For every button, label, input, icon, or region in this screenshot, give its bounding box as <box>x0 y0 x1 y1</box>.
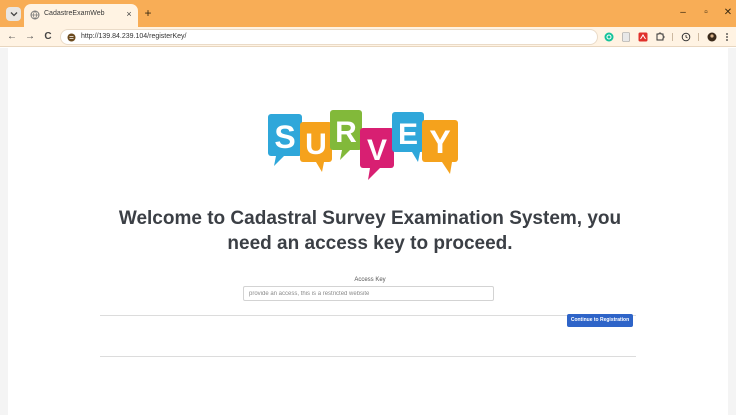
pdf-icon[interactable] <box>638 32 648 42</box>
forward-button[interactable]: → <box>24 30 36 44</box>
back-button[interactable]: ← <box>6 30 18 44</box>
continue-to-registration-button[interactable]: Continue to Registration <box>567 314 633 327</box>
grammarly-icon[interactable] <box>604 32 614 42</box>
browser-toolbar: ← → C http://139.84.239.104/registerKey/ <box>0 27 736 47</box>
site-info-icon[interactable] <box>67 33 76 42</box>
maximize-button[interactable]: ▫ <box>699 6 713 20</box>
logo-bubble-y: Y <box>422 120 458 174</box>
menu-icon[interactable] <box>724 32 730 42</box>
address-bar[interactable]: http://139.84.239.104/registerKey/ <box>60 29 598 45</box>
globe-icon <box>30 10 40 20</box>
page-title-line-1: Welcome to Cadastral Survey Examination … <box>118 208 622 229</box>
access-key-input[interactable] <box>243 286 494 301</box>
toolbar-divider <box>672 33 673 41</box>
survey-logo: S U R V E Y <box>268 110 458 180</box>
tab-search-button[interactable] <box>6 7 21 21</box>
browser-tab[interactable]: CadastreExamWeb × <box>24 4 138 27</box>
form-divider-bottom <box>100 356 636 357</box>
puzzle-icon[interactable] <box>655 32 665 42</box>
tab-title: CadastreExamWeb <box>44 10 105 17</box>
tab-strip: CadastreExamWeb × + – ▫ ✕ <box>0 0 736 27</box>
page-margin-right <box>728 48 736 415</box>
logo-letter-v: V <box>367 134 387 167</box>
logo-letter-r: R <box>335 116 357 149</box>
close-window-button[interactable]: ✕ <box>721 6 735 20</box>
page-margin-left <box>0 48 8 415</box>
new-tab-button[interactable]: + <box>142 7 154 19</box>
page-icon[interactable] <box>621 32 631 42</box>
access-key-label: Access Key <box>354 277 386 283</box>
history-icon[interactable] <box>681 32 691 42</box>
logo-bubble-u: U <box>300 122 332 172</box>
logo-letter-y: Y <box>429 124 450 160</box>
tab-close-button[interactable]: × <box>124 9 134 19</box>
logo-bubble-s: S <box>268 114 302 166</box>
form-divider-top <box>100 315 636 316</box>
page-title: Welcome to Cadastral Survey Examination … <box>100 206 640 256</box>
url-text: http://139.84.239.104/registerKey/ <box>81 33 187 40</box>
logo-letter-e: E <box>398 118 418 151</box>
chevron-down-icon <box>10 12 17 17</box>
toolbar-divider <box>698 33 699 41</box>
minimize-button[interactable]: – <box>676 6 690 20</box>
logo-letter-u: U <box>305 128 327 161</box>
logo-bubble-r: R <box>330 110 362 160</box>
profile-icon[interactable] <box>707 32 717 42</box>
page-title-line-2: need an access key to proceed. <box>227 233 513 254</box>
logo-bubble-e: E <box>392 112 424 162</box>
logo-letter-s: S <box>274 119 295 155</box>
logo-bubble-v: V <box>360 128 394 180</box>
reload-button[interactable]: C <box>42 30 54 44</box>
